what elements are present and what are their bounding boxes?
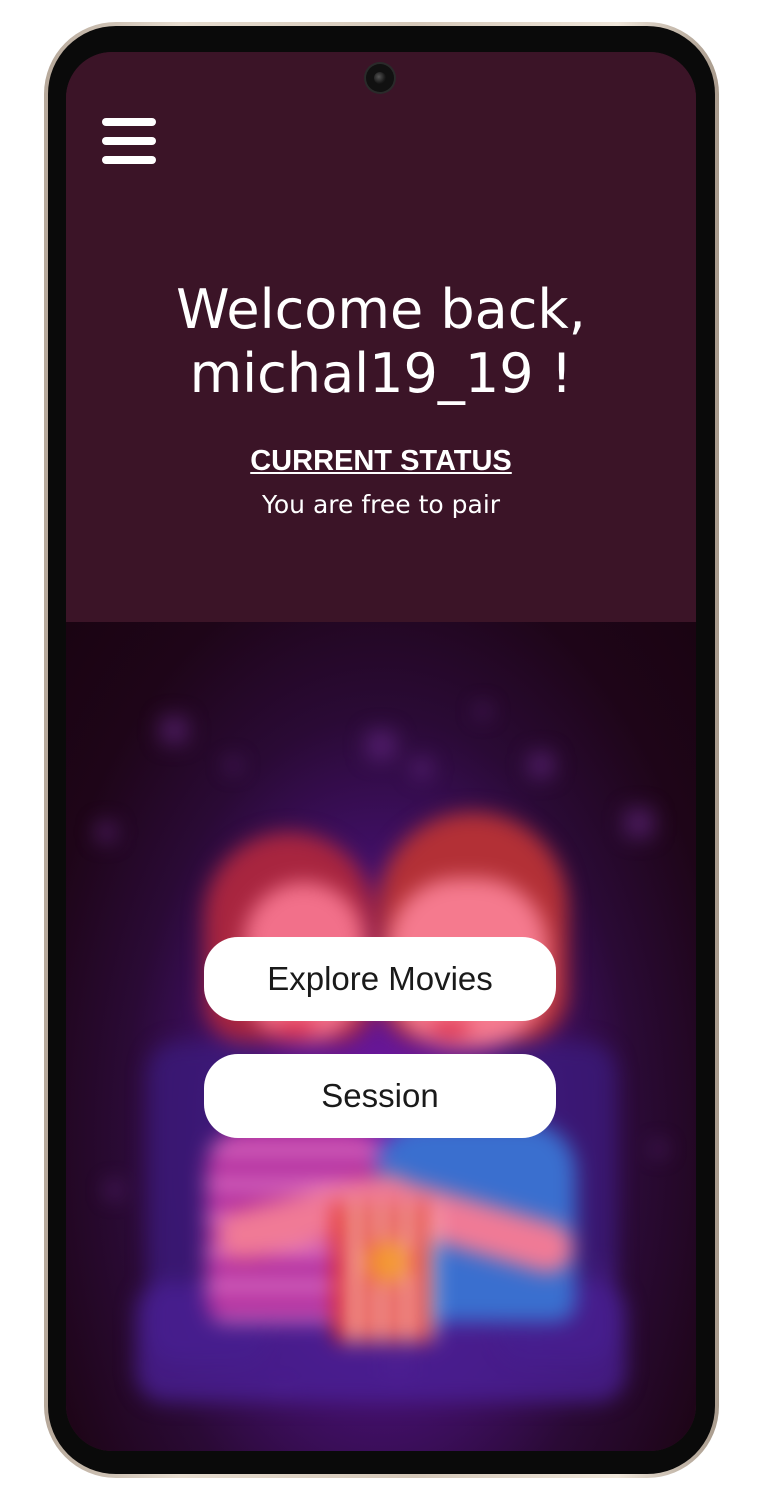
front-camera-icon [366, 64, 394, 92]
welcome-line-2: michal19_19 ! [189, 342, 573, 405]
hamburger-menu-icon[interactable] [102, 118, 156, 166]
welcome-line-1: Welcome back, [176, 278, 586, 341]
status-title: CURRENT STATUS [250, 445, 512, 477]
session-button[interactable]: Session [204, 1054, 556, 1138]
welcome-heading: Welcome back, michal19_19 ! [66, 278, 696, 406]
hero-blurred-image [66, 622, 696, 1451]
explore-movies-button[interactable]: Explore Movies [204, 937, 556, 1021]
app-screen: Welcome back, michal19_19 ! CURRENT STAT… [66, 52, 696, 1451]
status-text: You are free to pair [261, 490, 501, 519]
hero-illustration: Explore Movies Session [66, 622, 696, 1451]
header-area: Welcome back, michal19_19 ! CURRENT STAT… [66, 52, 696, 622]
